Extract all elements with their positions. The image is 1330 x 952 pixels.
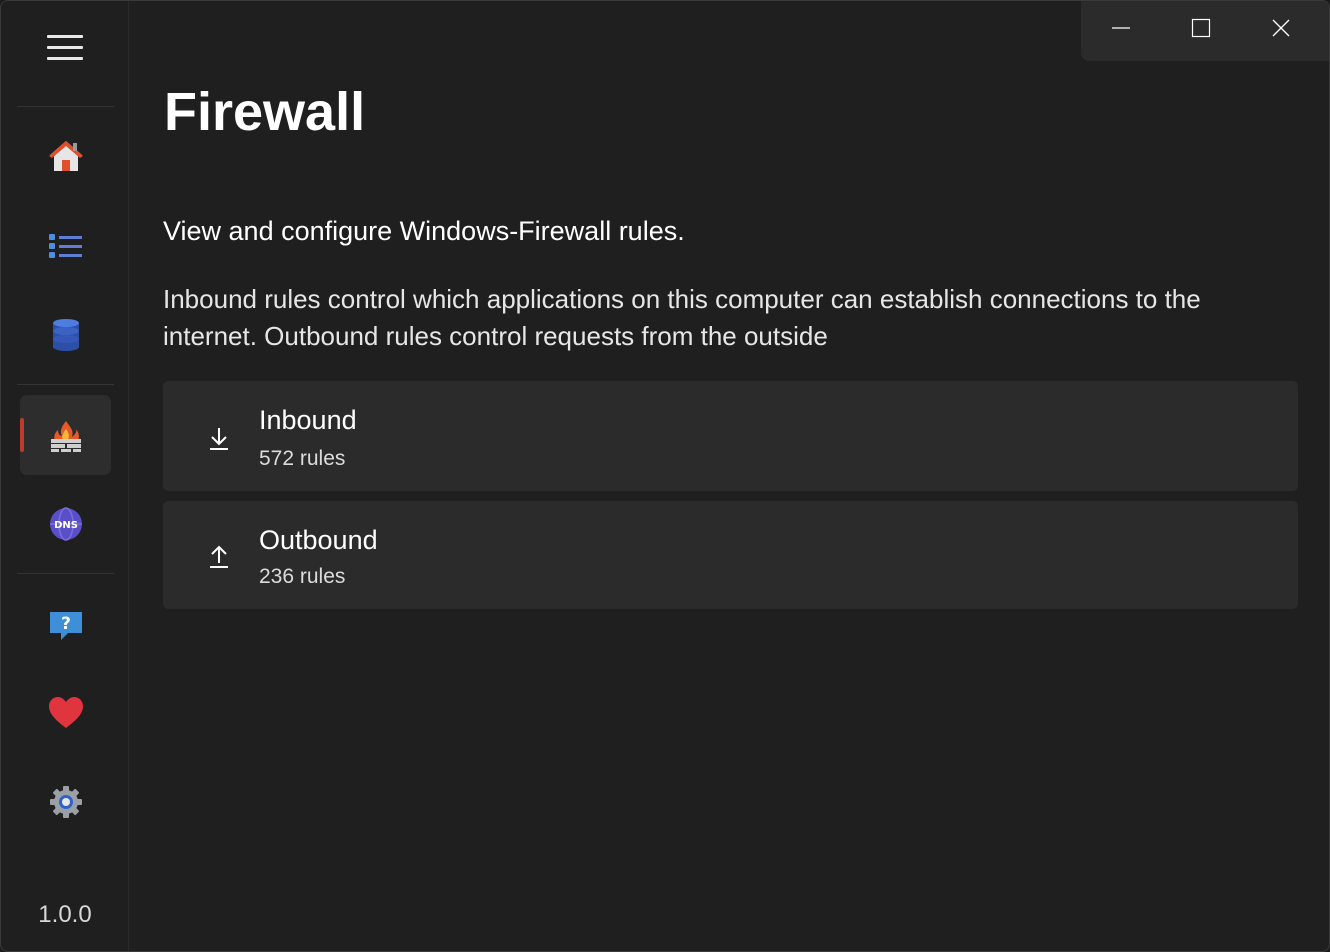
question-chat-icon: ? <box>49 612 82 640</box>
rule-count: 236 rules <box>259 565 346 588</box>
card-title: Inbound <box>259 405 357 435</box>
sidebar-divider <box>17 573 114 574</box>
page-title: Firewall <box>164 82 366 142</box>
app-window: DNS ? 1.0.0 Firewall View and configure … <box>0 0 1330 952</box>
sidebar-item-dns[interactable]: DNS <box>20 484 111 564</box>
outbound-rules-card[interactable]: Outbound 236 rules <box>163 501 1298 609</box>
sidebar: DNS ? 1.0.0 <box>1 1 129 951</box>
sidebar-item-favorites[interactable] <box>20 673 111 753</box>
main-content: Firewall View and configure Windows-Fire… <box>130 1 1329 951</box>
page-description: Inbound rules control which applications… <box>163 284 1201 351</box>
active-indicator <box>20 418 24 452</box>
hamburger-menu-icon[interactable] <box>47 35 83 61</box>
firewall-icon <box>50 421 81 452</box>
sidebar-item-settings[interactable] <box>20 762 111 842</box>
sidebar-item-database[interactable] <box>20 295 111 375</box>
dns-globe-icon: DNS <box>49 507 82 541</box>
download-arrow-icon <box>210 428 228 450</box>
bulleted-list-icon <box>48 234 82 258</box>
app-version: 1.0.0 <box>38 901 92 928</box>
gear-icon <box>49 786 82 818</box>
rule-count: 572 rules <box>259 447 346 470</box>
upload-arrow-icon <box>210 545 228 568</box>
svg-text:?: ? <box>61 614 71 634</box>
sidebar-item-firewall[interactable] <box>20 395 111 475</box>
sidebar-divider <box>17 106 114 107</box>
house-icon <box>48 141 83 171</box>
card-title: Outbound <box>259 525 378 555</box>
page-subtitle: View and configure Windows-Firewall rule… <box>163 216 685 246</box>
heart-icon <box>48 697 83 728</box>
sidebar-item-list[interactable] <box>20 206 111 286</box>
sidebar-item-home[interactable] <box>20 116 111 196</box>
svg-text:DNS: DNS <box>54 520 78 531</box>
sidebar-divider <box>17 384 114 385</box>
database-icon <box>52 319 79 351</box>
sidebar-item-help[interactable]: ? <box>20 585 111 665</box>
inbound-rules-card[interactable]: Inbound 572 rules <box>163 381 1298 491</box>
